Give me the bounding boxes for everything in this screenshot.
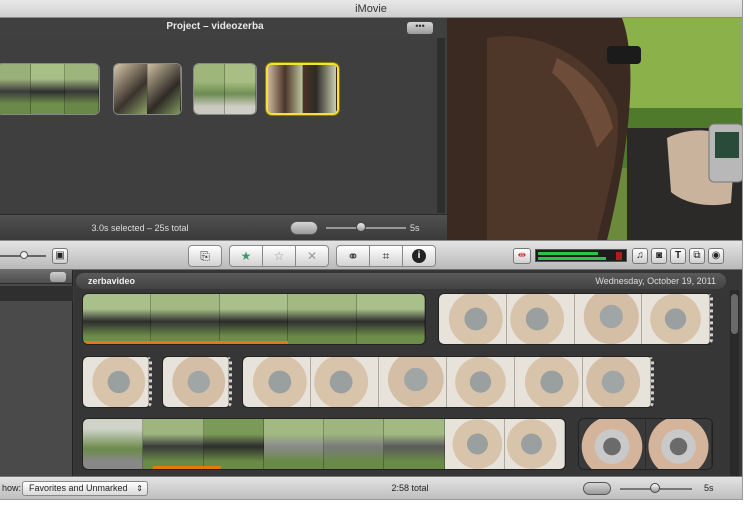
event-clip[interactable] [82, 293, 426, 345]
event-browser: zerbavideo Wednesday, October 19, 2011 [74, 270, 742, 476]
window-title: iMovie [0, 0, 742, 18]
favorite-button[interactable]: ★ [229, 245, 263, 267]
project-selection-status: 3.0s selected – 25s total [91, 223, 189, 233]
voiceover-button[interactable]: ⚭ [336, 245, 370, 267]
event-clip[interactable] [578, 418, 713, 470]
project-footer: 3.0s selected – 25s total 5s [0, 214, 447, 240]
event-library-toggle-button[interactable] [50, 272, 66, 282]
unmark-button[interactable]: ☆ [262, 245, 296, 267]
photo-size-icon[interactable]: ▣ [52, 248, 68, 264]
show-filter-label: how: [2, 483, 22, 493]
transition-icon: ⧉ [693, 250, 701, 261]
main-toolbar: ▣ ⎘ ★ ☆ ✕ ⚭ ⌗ i ⇹ ♫ ◙ T ⧉ ◉ [0, 240, 742, 270]
event-clip[interactable] [242, 356, 654, 408]
project-more-button[interactable]: ••• [407, 22, 433, 34]
project-view-button[interactable] [290, 221, 318, 235]
photo-button[interactable]: ◙ [651, 248, 667, 264]
event-scrollbar[interactable] [730, 290, 739, 476]
microphone-icon: ⚭ [347, 247, 359, 264]
crop-icon: ⌗ [382, 248, 390, 263]
project-scrollbar[interactable] [437, 38, 445, 213]
audio-skimming-icon[interactable]: ⇹ [513, 248, 531, 264]
project-clip[interactable] [193, 63, 257, 115]
favorite-marker [83, 341, 288, 344]
project-header: Project – videozerba ••• [0, 18, 447, 38]
event-date: Wednesday, October 19, 2011 [595, 276, 716, 286]
transition-button[interactable]: ⧉ [689, 248, 705, 264]
event-clip[interactable] [82, 356, 152, 408]
audio-level-meter [535, 249, 627, 262]
star-outline-icon: ☆ [273, 249, 285, 263]
event-clip[interactable] [162, 356, 232, 408]
event-zoom-knob[interactable] [650, 483, 660, 493]
music-note-icon: ♫ [636, 250, 644, 261]
project-clip[interactable] [113, 63, 182, 115]
viewer-preview[interactable] [447, 18, 742, 240]
project-clip[interactable] [0, 63, 100, 115]
info-icon: i [412, 249, 426, 263]
bottom-bar: how: Favorites and Unmarked ⇕ 2:58 total… [0, 476, 742, 499]
project-clip-selected[interactable] [266, 63, 339, 115]
updown-chevron-icon: ⇕ [136, 484, 143, 493]
reject-button[interactable]: ✕ [295, 245, 329, 267]
event-library-header [0, 270, 72, 284]
add-to-project-button[interactable]: ⎘ [188, 245, 222, 267]
show-filter-value: Favorites and Unmarked [29, 483, 128, 493]
project-zoom-slider[interactable] [326, 227, 406, 229]
event-clip[interactable] [438, 293, 713, 345]
project-pane: Project – videozerba ••• 3.0s selected –… [0, 18, 447, 240]
music-button[interactable]: ♫ [632, 248, 648, 264]
x-icon: ✕ [306, 249, 318, 263]
title-button[interactable]: T [670, 248, 686, 264]
inspector-button[interactable]: i [402, 245, 436, 267]
viewer-frame-image [447, 18, 742, 240]
event-library [0, 270, 73, 476]
event-library-item-selected[interactable] [0, 286, 73, 301]
camera-icon: ◙ [655, 250, 663, 261]
film-add-icon: ⎘ [200, 248, 210, 263]
event-view-button[interactable] [583, 482, 611, 495]
imovie-window: iMovie Project – videozerba ••• 3.0s sel… [0, 0, 743, 500]
favorite-marker [153, 466, 221, 469]
event-name: zerbavideo [88, 276, 136, 286]
project-zoom-knob[interactable] [356, 222, 366, 232]
show-filter-select[interactable]: Favorites and Unmarked ⇕ [22, 481, 148, 496]
star-filled-icon: ★ [240, 249, 252, 263]
project-zoom-label: 5s [410, 223, 420, 233]
event-total-duration: 2:58 total [391, 483, 429, 493]
event-clip[interactable] [82, 418, 566, 470]
map-button[interactable]: ◉ [708, 248, 724, 264]
event-zoom-label: 5s [704, 483, 714, 493]
thumbnail-size-knob[interactable] [20, 251, 28, 259]
project-title: Project – videozerba [166, 21, 264, 32]
event-header: zerbavideo Wednesday, October 19, 2011 [76, 273, 726, 289]
title-t-icon: T [674, 250, 682, 261]
event-scrollbar-thumb[interactable] [731, 294, 738, 334]
globe-icon: ◉ [711, 250, 721, 261]
crop-button[interactable]: ⌗ [369, 245, 403, 267]
